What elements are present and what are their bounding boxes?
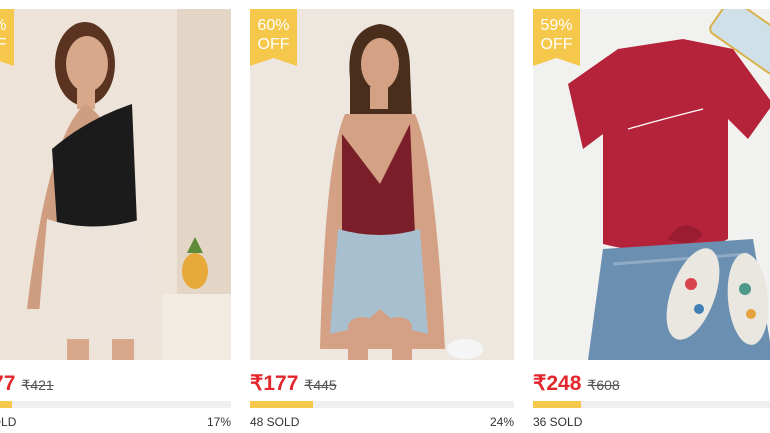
sold-count: 48 SOLD: [250, 415, 300, 429]
product-card[interactable]: 60% OFF ₹177 ₹421 61 SOLD 17%: [0, 0, 231, 433]
product-card[interactable]: 60% OFF ₹177 ₹445 48 SOLD 24%: [250, 0, 514, 433]
product-carousel: 60% OFF ₹177 ₹421 61 SOLD 17%: [0, 0, 770, 433]
original-price: ₹445: [304, 377, 337, 393]
discount-off-label: OFF: [0, 36, 7, 53]
sale-price: ₹177: [0, 372, 16, 395]
original-price: ₹421: [21, 377, 54, 393]
product-card[interactable]: 59% OFF ₹248 ₹608 36 SOLD: [533, 0, 770, 433]
price-row: ₹248 ₹608: [533, 371, 620, 395]
sold-progress-bar: [533, 401, 770, 408]
sale-price: ₹177: [250, 372, 299, 395]
discount-badge: 60% OFF: [0, 9, 14, 66]
price-row: ₹177 ₹445: [250, 371, 337, 395]
sold-count: 61 SOLD: [0, 415, 17, 429]
discount-percent: 60%: [0, 16, 14, 35]
sold-count: 36 SOLD: [533, 415, 583, 429]
discount-badge: 59% OFF: [533, 9, 580, 66]
discount-off-label: OFF: [540, 36, 573, 53]
discount-badge: 60% OFF: [250, 9, 297, 66]
sold-progress-fill: [0, 401, 12, 408]
discount-percent: 59%: [540, 17, 573, 34]
sold-percent: 24%: [489, 415, 514, 429]
sale-price: ₹248: [533, 372, 582, 395]
sold-progress-fill: [250, 401, 314, 408]
price-row: ₹177 ₹421: [0, 371, 54, 395]
discount-off-label: OFF: [257, 36, 290, 53]
sold-progress-fill: [533, 401, 581, 408]
sold-progress-bar: [0, 401, 231, 408]
original-price: ₹608: [587, 377, 620, 393]
discount-percent: 60%: [257, 17, 290, 34]
product-image[interactable]: [0, 9, 231, 360]
sold-progress-bar: [250, 401, 514, 408]
sold-percent: 17%: [206, 415, 231, 429]
